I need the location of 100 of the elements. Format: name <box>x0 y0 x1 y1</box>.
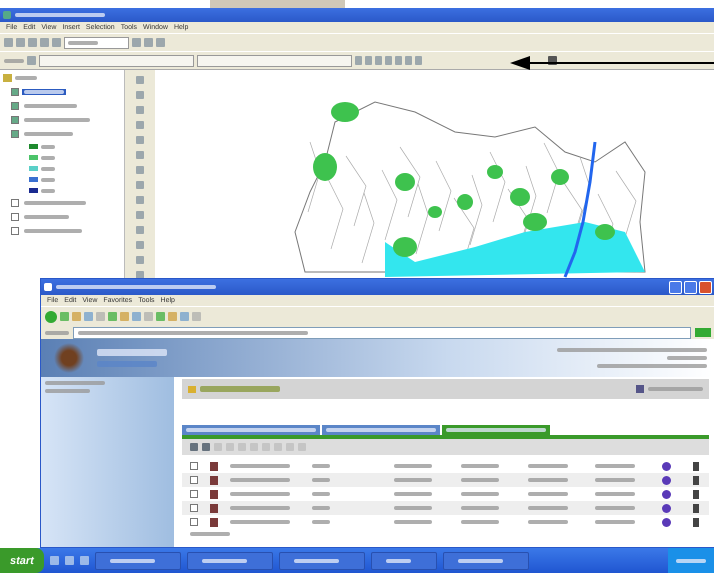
target-dropdown[interactable] <box>197 54 352 66</box>
illegible-text <box>24 90 64 94</box>
illegible-text <box>97 361 157 367</box>
illegible-text <box>24 104 77 108</box>
illegible-text <box>41 144 55 148</box>
illegible-text <box>676 558 706 562</box>
illegible-text <box>294 558 339 562</box>
illegible-text <box>528 464 568 468</box>
illegible-text <box>41 166 55 170</box>
layer-name[interactable] <box>22 131 75 137</box>
illegible-text <box>230 492 290 496</box>
layer-dropdown[interactable] <box>39 54 194 66</box>
layer-checkbox[interactable] <box>11 227 19 235</box>
illegible-text <box>461 506 499 510</box>
illegible-text <box>45 381 105 385</box>
illegible-text <box>528 492 568 496</box>
illegible-text <box>24 229 82 233</box>
illegible-text <box>202 558 247 562</box>
layer-name[interactable] <box>22 228 84 234</box>
illegible-text <box>41 188 55 192</box>
start-button[interactable]: start <box>0 548 44 573</box>
taskbar-button[interactable] <box>370 552 437 570</box>
illegible-text <box>24 132 73 136</box>
layers-icon <box>3 74 12 82</box>
illegible-text <box>595 506 635 510</box>
illegible-text <box>230 520 290 524</box>
illegible-text <box>230 464 290 468</box>
illegible-text <box>386 558 411 562</box>
illegible-text <box>528 520 568 524</box>
illegible-text <box>41 156 55 160</box>
illegible-text <box>461 478 499 482</box>
layer-checkbox[interactable] <box>11 116 19 124</box>
illegible-text <box>595 464 635 468</box>
illegible-text <box>24 215 69 219</box>
illegible-text <box>312 506 330 510</box>
taskbar-button[interactable] <box>278 552 365 570</box>
go-button[interactable] <box>695 328 711 337</box>
page-icon <box>44 283 52 291</box>
taskbar-button[interactable] <box>186 552 273 570</box>
illegible-text <box>312 492 330 496</box>
help-icon[interactable] <box>636 385 644 393</box>
tab[interactable] <box>322 425 440 435</box>
illegible-text <box>595 492 635 496</box>
illegible-text <box>394 492 432 496</box>
illegible-text <box>595 478 635 482</box>
illegible-text <box>528 478 568 482</box>
illegible-text <box>648 387 703 391</box>
tab[interactable] <box>182 425 320 435</box>
layer-checkbox[interactable] <box>11 88 19 96</box>
illegible-text <box>312 520 330 524</box>
illegible-text <box>458 558 503 562</box>
layer-name[interactable] <box>22 200 88 206</box>
illegible-text <box>595 520 635 524</box>
illegible-text <box>461 492 499 496</box>
illegible-text <box>15 76 37 80</box>
illegible-text <box>394 520 432 524</box>
illegible-text <box>461 464 499 468</box>
illegible-text <box>24 201 86 205</box>
illegible-text <box>190 532 230 536</box>
minimize-button[interactable] <box>669 280 682 294</box>
taskbar-button[interactable] <box>94 552 181 570</box>
row-checkbox[interactable] <box>190 490 198 498</box>
illegible-text <box>528 506 568 510</box>
layer-name[interactable] <box>22 103 79 109</box>
taskbar-button[interactable] <box>442 552 529 570</box>
illegible-text <box>667 356 707 360</box>
illegible-text <box>45 330 69 334</box>
illegible-text <box>312 464 330 468</box>
scale-dropdown[interactable] <box>64 36 129 48</box>
maximize-button[interactable] <box>684 280 697 294</box>
layer-checkbox[interactable] <box>11 130 19 138</box>
row-checkbox[interactable] <box>190 518 198 526</box>
layer-name[interactable] <box>22 117 92 123</box>
illegible-text <box>394 478 432 482</box>
illegible-text <box>230 506 290 510</box>
close-button[interactable] <box>699 280 712 294</box>
illegible-text <box>41 178 55 182</box>
illegible-text <box>394 506 432 510</box>
layer-checkbox[interactable] <box>11 102 19 110</box>
layer-checkbox[interactable] <box>11 213 19 221</box>
folder-icon <box>188 386 196 392</box>
illegible-text <box>461 520 499 524</box>
row-checkbox[interactable] <box>190 476 198 484</box>
illegible-text <box>24 118 90 122</box>
app-icon <box>3 11 11 19</box>
tab[interactable] <box>442 425 550 435</box>
row-checkbox[interactable] <box>190 504 198 512</box>
address-field[interactable] <box>73 326 691 338</box>
illegible-text <box>4 58 24 62</box>
illegible-text <box>68 40 98 44</box>
illegible-text <box>394 464 432 468</box>
layer-name[interactable] <box>22 214 71 220</box>
row-checkbox[interactable] <box>190 462 198 470</box>
back-button[interactable] <box>45 310 57 322</box>
illegible-text <box>230 478 290 482</box>
illegible-text <box>312 478 330 482</box>
illegible-text <box>110 558 155 562</box>
layer-checkbox[interactable] <box>11 199 19 207</box>
illegible-text <box>97 349 167 356</box>
layer-name[interactable] <box>22 89 66 95</box>
